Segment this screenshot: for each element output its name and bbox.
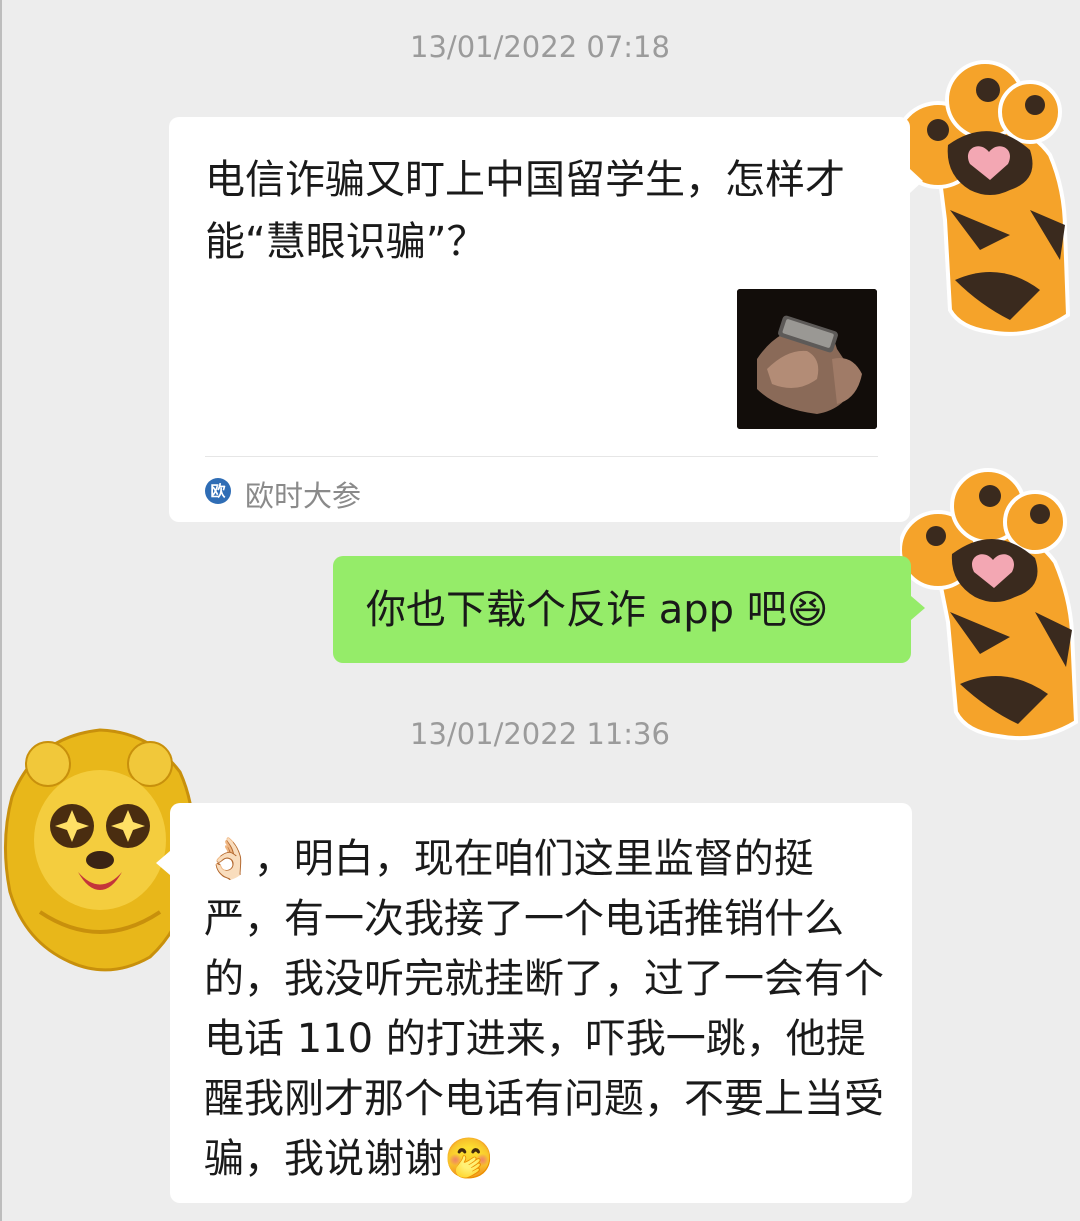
received-message-bubble[interactable]: 👌🏻，明白，现在咱们这里监督的挺严，有一次我接了一个电话推销什么的，我没听完就挂…: [156, 803, 912, 1203]
tiger-paw-avatar-icon[interactable]: [898, 462, 1080, 745]
card-divider: [205, 456, 878, 457]
article-title: 电信诈骗又盯上中国留学生，怎样才能“慧眼识骗”？: [205, 157, 845, 265]
article-source-name: 欧时大参: [245, 479, 362, 513]
tiger-paw-avatar-icon[interactable]: [890, 60, 1080, 345]
shared-article-card[interactable]: 电信诈骗又盯上中国留学生，怎样才能“慧眼识骗”？ 欧 欧时大参: [169, 117, 923, 522]
news-source-icon: 欧: [205, 478, 231, 504]
sent-message-text: 你也下载个反诈 app 吧😆: [366, 587, 829, 633]
received-message-text: 👌🏻，明白，现在咱们这里监督的挺严，有一次我接了一个电话推销什么的，我没听完就挂…: [204, 836, 884, 1182]
article-thumbnail-image: [737, 289, 877, 429]
screen-edge-divider: [0, 0, 2, 1221]
message-timestamp: 13/01/2022 07:18: [410, 30, 670, 64]
sent-message-bubble[interactable]: 你也下载个反诈 app 吧😆: [333, 556, 925, 663]
